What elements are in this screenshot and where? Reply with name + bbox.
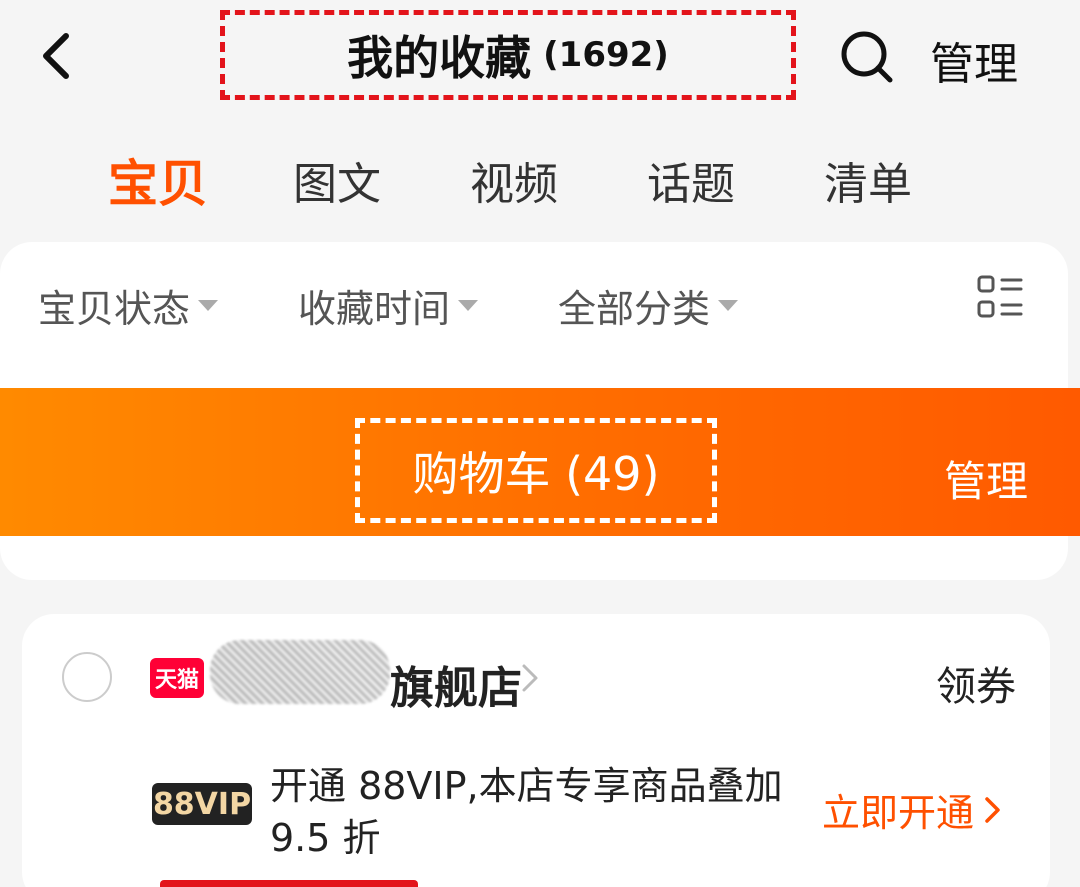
favorites-count: (1692) [543, 35, 669, 75]
tab-videos[interactable]: 视频 [470, 148, 558, 212]
chevron-right-icon [985, 796, 1000, 823]
vip-activate-button[interactable]: 立即开通 [822, 782, 1004, 837]
caret-down-icon [718, 300, 739, 311]
tab-posts[interactable]: 图文 [293, 148, 381, 212]
manage-button[interactable]: 管理 [930, 28, 1018, 92]
filter-item-time[interactable]: 收藏时间 [298, 278, 479, 333]
filter-item-category[interactable]: 全部分类 [558, 278, 739, 333]
tmall-badge: 天猫 [150, 658, 204, 698]
caret-down-icon [198, 300, 219, 311]
vip-badge: 88VIP [152, 783, 252, 825]
tab-lists[interactable]: 清单 [824, 148, 912, 212]
vip-promo-text: 开通 88VIP,本店专享商品叠加 9.5 折 [270, 764, 783, 860]
coupon-button[interactable]: 领券 [936, 654, 1016, 712]
top-bar: 我的收藏 (1692) 管理 [0, 0, 1080, 120]
back-chevron-icon [43, 33, 69, 79]
product-tag-strip [160, 880, 418, 887]
search-button[interactable] [838, 28, 896, 86]
store-name[interactable]: 旗舰店 [390, 652, 522, 716]
filter-label: 宝贝状态 [38, 287, 191, 331]
vip-activate-label: 立即开通 [822, 791, 975, 835]
cart-title: 购物车 (49) [412, 446, 660, 501]
cart-title-box: 购物车 (49) [355, 418, 717, 523]
chevron-right-icon [522, 664, 538, 692]
category-tabs: 宝贝 图文 视频 话题 清单 [0, 140, 1080, 220]
filter-label: 全部分类 [558, 287, 711, 331]
store-select-checkbox[interactable] [62, 652, 112, 702]
filter-label: 收藏时间 [298, 287, 451, 331]
search-icon [841, 31, 893, 83]
store-link[interactable] [518, 662, 542, 694]
store-name-redacted [210, 640, 390, 704]
list-layout-icon [977, 275, 1023, 318]
page-title-text: 我的收藏 [347, 31, 532, 85]
tab-topics[interactable]: 话题 [647, 148, 735, 212]
tab-items[interactable]: 宝贝 [108, 144, 208, 216]
layout-toggle-button[interactable] [976, 274, 1024, 320]
caret-down-icon [458, 300, 479, 311]
page-title: 我的收藏 (1692) [220, 10, 796, 100]
back-button[interactable] [30, 26, 90, 86]
cart-manage-button[interactable]: 管理 [944, 448, 1028, 509]
filter-item-status[interactable]: 宝贝状态 [38, 278, 219, 333]
